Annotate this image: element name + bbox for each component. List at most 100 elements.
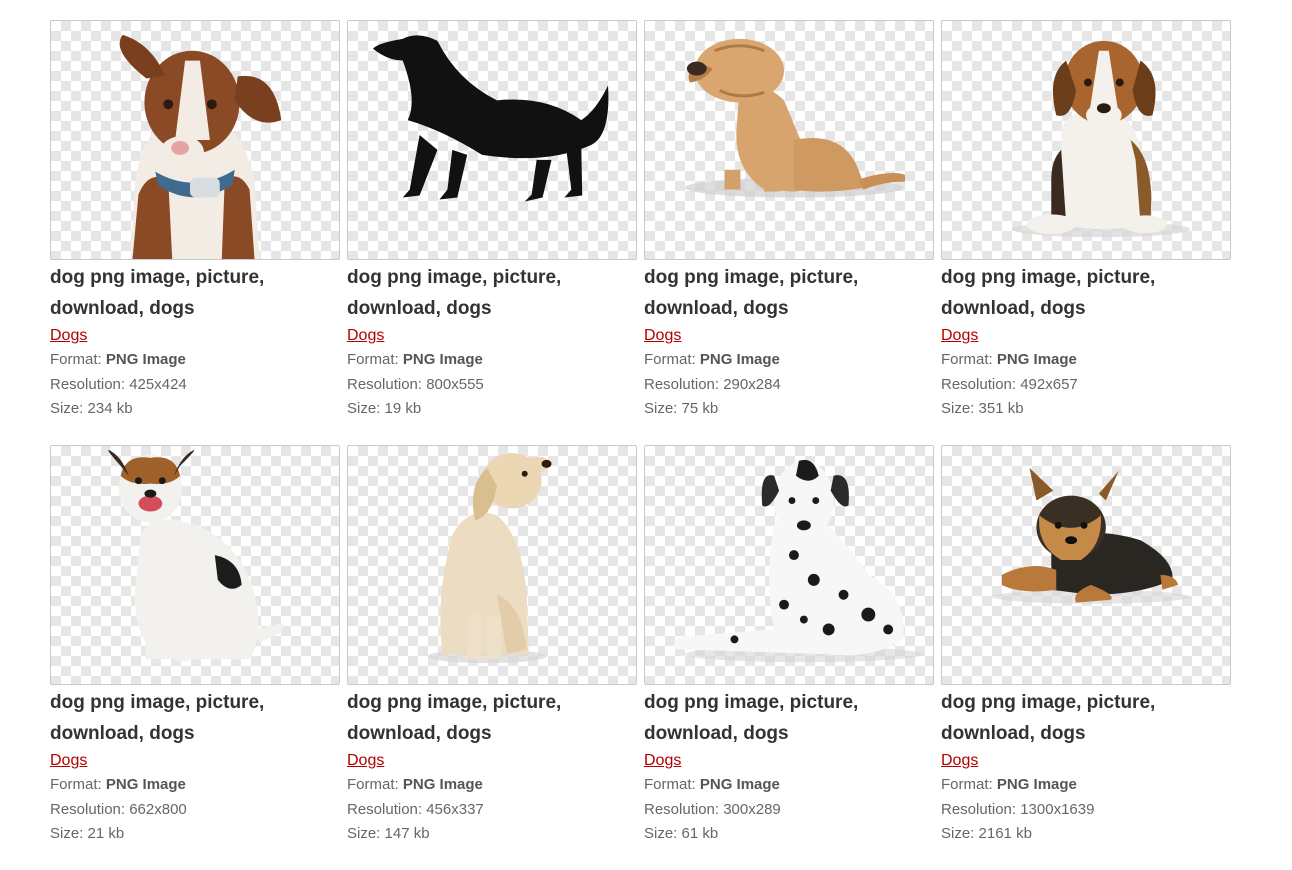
size-line: Size: 61 kb bbox=[644, 822, 934, 847]
size-value: 2161 kb bbox=[978, 825, 1032, 842]
category-link[interactable]: Dogs bbox=[644, 324, 681, 348]
size-line: Size: 75 kb bbox=[644, 397, 934, 422]
shar-pei-icon bbox=[684, 38, 906, 198]
format-line: Format: PNG Image bbox=[644, 773, 934, 798]
beagle-puppy-icon bbox=[1011, 40, 1191, 238]
resolution-value: 800x555 bbox=[426, 375, 484, 393]
resolution-line: Resolution: 425x424 bbox=[50, 373, 340, 398]
image-thumbnail[interactable] bbox=[347, 445, 637, 685]
format-value: PNG Image bbox=[402, 776, 483, 793]
format-line: Format: PNG Image bbox=[644, 348, 934, 373]
image-title[interactable]: dog png image, picture, download, dogs bbox=[941, 262, 1201, 324]
size-line: Size: 234 kb bbox=[50, 397, 340, 422]
format-line: Format: PNG Image bbox=[50, 773, 340, 798]
format-line: Format: PNG Image bbox=[50, 348, 340, 373]
resolution-label: Resolution: bbox=[50, 800, 126, 818]
resolution-line: Resolution: 492x657 bbox=[941, 373, 1231, 398]
format-value: PNG Image bbox=[105, 776, 186, 793]
resolution-value: 492x657 bbox=[1020, 375, 1078, 393]
category-link[interactable]: Dogs bbox=[50, 324, 87, 348]
format-label: Format: bbox=[50, 351, 102, 368]
size-line: Size: 21 kb bbox=[50, 822, 340, 847]
image-title[interactable]: dog png image, picture, download, dogs bbox=[347, 262, 607, 324]
format-label: Format: bbox=[347, 776, 399, 793]
format-value: PNG Image bbox=[996, 351, 1077, 368]
category-link[interactable]: Dogs bbox=[941, 324, 978, 348]
resolution-value: 1300x1639 bbox=[1020, 800, 1095, 818]
resolution-value: 456x337 bbox=[426, 800, 484, 818]
image-card: dog png image, picture, download, dogs D… bbox=[347, 445, 637, 870]
image-thumbnail[interactable] bbox=[941, 445, 1231, 685]
resolution-line: Resolution: 662x800 bbox=[50, 798, 340, 823]
size-label: Size: bbox=[50, 825, 84, 842]
image-thumbnail[interactable] bbox=[50, 20, 340, 260]
resolution-line: Resolution: 300x289 bbox=[644, 798, 934, 823]
dalmatian-icon bbox=[673, 459, 923, 663]
format-label: Format: bbox=[50, 776, 102, 793]
image-card: dog png image, picture, download, dogs D… bbox=[941, 445, 1231, 870]
image-card: dog png image, picture, download, dogs D… bbox=[347, 20, 637, 445]
image-grid: dog png image, picture, download, dogs D… bbox=[50, 20, 1250, 870]
format-label: Format: bbox=[941, 351, 993, 368]
size-value: 147 kb bbox=[384, 825, 430, 842]
yorkshire-terrier-icon bbox=[991, 467, 1191, 604]
image-thumbnail[interactable] bbox=[347, 20, 637, 260]
category-link[interactable]: Dogs bbox=[644, 749, 681, 773]
resolution-label: Resolution: bbox=[50, 375, 126, 393]
resolution-label: Resolution: bbox=[644, 800, 720, 818]
size-value: 19 kb bbox=[384, 400, 422, 417]
image-title[interactable]: dog png image, picture, download, dogs bbox=[50, 262, 310, 324]
format-line: Format: PNG Image bbox=[347, 773, 637, 798]
category-link[interactable]: Dogs bbox=[50, 749, 87, 773]
format-label: Format: bbox=[347, 351, 399, 368]
format-value: PNG Image bbox=[996, 776, 1077, 793]
size-value: 21 kb bbox=[87, 825, 125, 842]
size-value: 61 kb bbox=[681, 825, 719, 842]
category-link[interactable]: Dogs bbox=[347, 324, 384, 348]
format-value: PNG Image bbox=[699, 351, 780, 368]
resolution-value: 300x289 bbox=[723, 800, 781, 818]
format-value: PNG Image bbox=[402, 351, 483, 368]
size-label: Size: bbox=[941, 825, 975, 842]
resolution-label: Resolution: bbox=[347, 800, 423, 818]
size-line: Size: 351 kb bbox=[941, 397, 1231, 422]
format-label: Format: bbox=[644, 351, 696, 368]
format-value: PNG Image bbox=[105, 351, 186, 368]
image-thumbnail[interactable] bbox=[50, 445, 340, 685]
size-label: Size: bbox=[941, 400, 975, 417]
category-link[interactable]: Dogs bbox=[941, 749, 978, 773]
resolution-value: 290x284 bbox=[723, 375, 781, 393]
size-line: Size: 147 kb bbox=[347, 822, 637, 847]
resolution-label: Resolution: bbox=[347, 375, 423, 393]
size-value: 234 kb bbox=[87, 400, 133, 417]
image-card: dog png image, picture, download, dogs D… bbox=[50, 445, 340, 870]
resolution-line: Resolution: 800x555 bbox=[347, 373, 637, 398]
image-title[interactable]: dog png image, picture, download, dogs bbox=[644, 687, 904, 749]
black-retriever-icon bbox=[373, 35, 609, 202]
format-label: Format: bbox=[644, 776, 696, 793]
size-label: Size: bbox=[347, 825, 381, 842]
image-thumbnail[interactable] bbox=[941, 20, 1231, 260]
resolution-value: 425x424 bbox=[129, 375, 187, 393]
golden-puppy-icon bbox=[427, 452, 552, 664]
image-title[interactable]: dog png image, picture, download, dogs bbox=[941, 687, 1201, 749]
size-line: Size: 19 kb bbox=[347, 397, 637, 422]
category-link[interactable]: Dogs bbox=[347, 749, 384, 773]
resolution-line: Resolution: 290x284 bbox=[644, 373, 934, 398]
image-card: dog png image, picture, download, dogs D… bbox=[644, 445, 934, 870]
resolution-label: Resolution: bbox=[941, 800, 1017, 818]
image-thumbnail[interactable] bbox=[644, 20, 934, 260]
resolution-value: 662x800 bbox=[129, 800, 187, 818]
image-card: dog png image, picture, download, dogs D… bbox=[941, 20, 1231, 445]
image-card: dog png image, picture, download, dogs D… bbox=[644, 20, 934, 445]
brown-white-puppy-icon bbox=[119, 34, 282, 259]
image-title[interactable]: dog png image, picture, download, dogs bbox=[644, 262, 904, 324]
image-title[interactable]: dog png image, picture, download, dogs bbox=[50, 687, 310, 749]
image-thumbnail[interactable] bbox=[644, 445, 934, 685]
size-label: Size: bbox=[50, 400, 84, 417]
resolution-line: Resolution: 456x337 bbox=[347, 798, 637, 823]
format-label: Format: bbox=[941, 776, 993, 793]
image-title[interactable]: dog png image, picture, download, dogs bbox=[347, 687, 607, 749]
format-line: Format: PNG Image bbox=[941, 773, 1231, 798]
format-line: Format: PNG Image bbox=[347, 348, 637, 373]
